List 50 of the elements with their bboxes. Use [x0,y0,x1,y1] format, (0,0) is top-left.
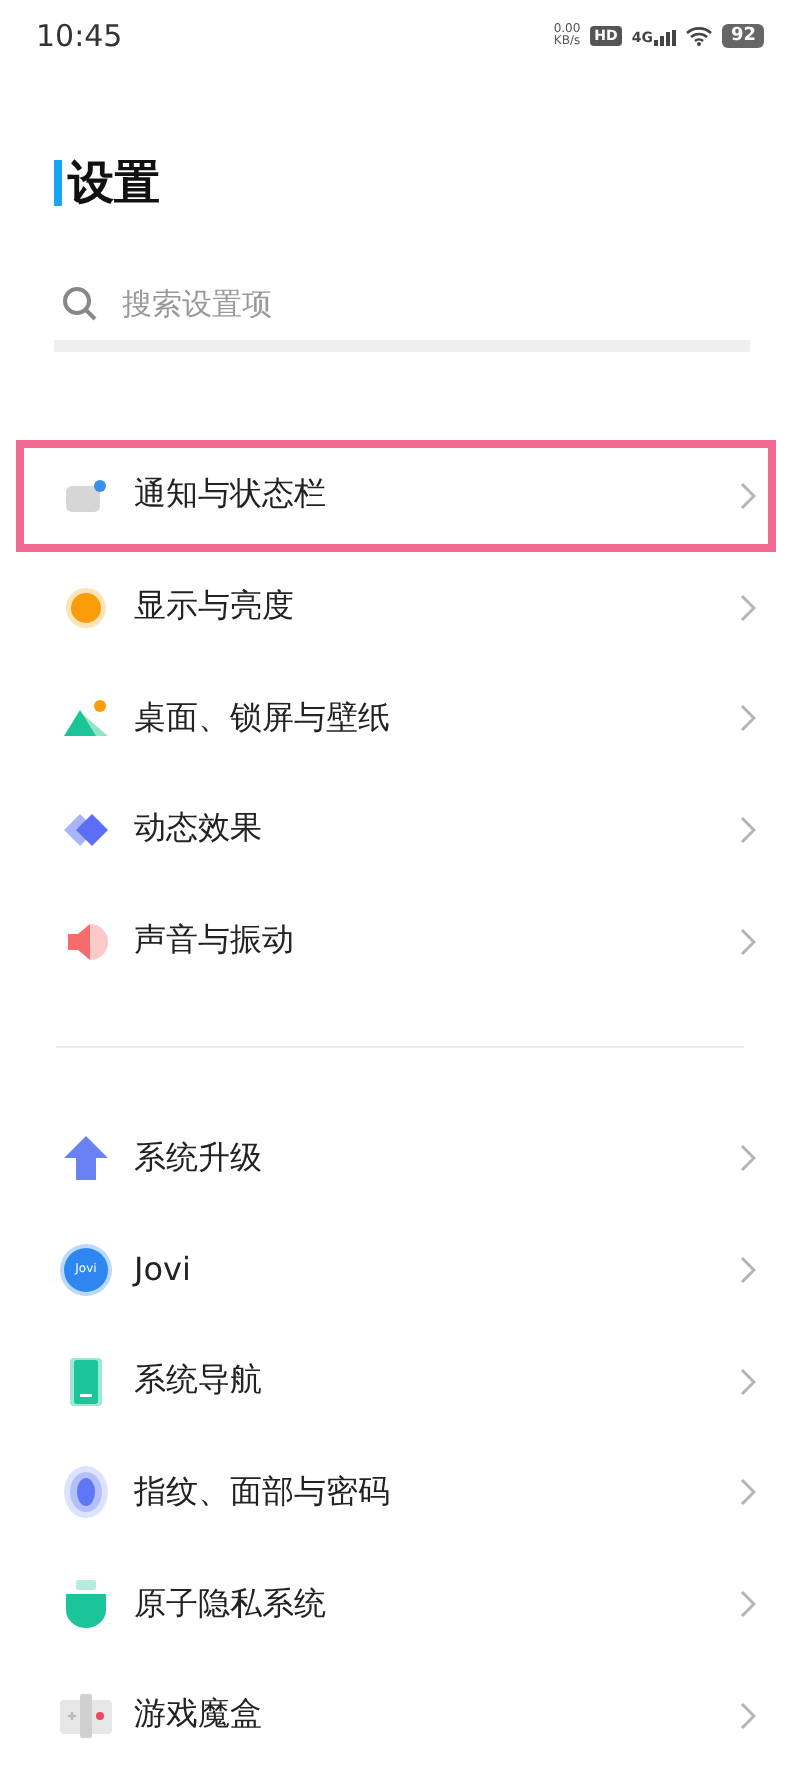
fingerprint-icon [64,1466,108,1519]
diamond-icon [62,811,110,848]
settings-item[interactable]: 原子隐私系统 [0,1548,800,1660]
item-label: 系统导航 [134,1360,264,1403]
settings-item[interactable]: 显示与亮度 [0,551,800,663]
item-label: 原子隐私系统 [134,1583,328,1626]
item-label: 声音与振动 [134,920,296,963]
game-icon [60,1693,112,1738]
clock: 10:45 [36,18,123,54]
chevron-icon [740,1590,756,1619]
item-label: Jovi [134,1250,193,1289]
chevron-icon [740,1144,756,1173]
settings-item[interactable]: 系统升级 [0,1102,800,1215]
settings-item[interactable]: 声音与振动 [0,885,800,997]
item-label: 显示与亮度 [134,586,296,629]
circle-icon [66,587,106,628]
chevron-icon [740,1255,756,1284]
highlighted-settings-item[interactable]: 通知与状态栏 [16,440,776,552]
chevron-icon [740,593,756,622]
settings-item[interactable]: 指纹、面部与密码 [0,1437,800,1549]
wifi-icon [686,26,713,46]
notification-icon [64,477,108,514]
speaker-icon [64,921,108,962]
chevron-icon [740,704,756,733]
shield-icon [64,1580,108,1629]
item-label: 系统升级 [134,1137,264,1180]
mountain-icon [62,698,110,739]
chevron-icon [740,927,756,956]
chevron-icon [740,1478,756,1507]
item-label: 通知与状态栏 [134,474,328,517]
arrow-up-icon [62,1134,110,1183]
item-label: 指纹、面部与密码 [134,1471,392,1514]
settings-item[interactable]: 游戏魔盒 [0,1659,800,1772]
page-title: 设置 [68,155,160,213]
item-label: 游戏魔盒 [134,1694,264,1737]
chevron-icon [740,1701,756,1730]
search-icon [62,286,98,322]
chevron-icon [740,481,756,510]
chevron-icon [740,815,756,844]
settings-item[interactable]: 系统导航 [0,1325,800,1437]
signal-icon [654,30,677,46]
chevron-icon [740,1367,756,1396]
search-field[interactable]: 搜索设置项 [118,284,626,324]
item-label: 桌面、锁屏与壁纸 [134,697,392,740]
settings-item[interactable]: 桌面、锁屏与壁纸 [0,662,800,775]
settings-item[interactable]: 动态效果 [0,774,800,886]
phone-icon [70,1357,102,1406]
title-accent-bar [54,159,62,205]
battery-indicator: 92 [722,24,764,48]
item-label: 动态效果 [134,808,264,851]
